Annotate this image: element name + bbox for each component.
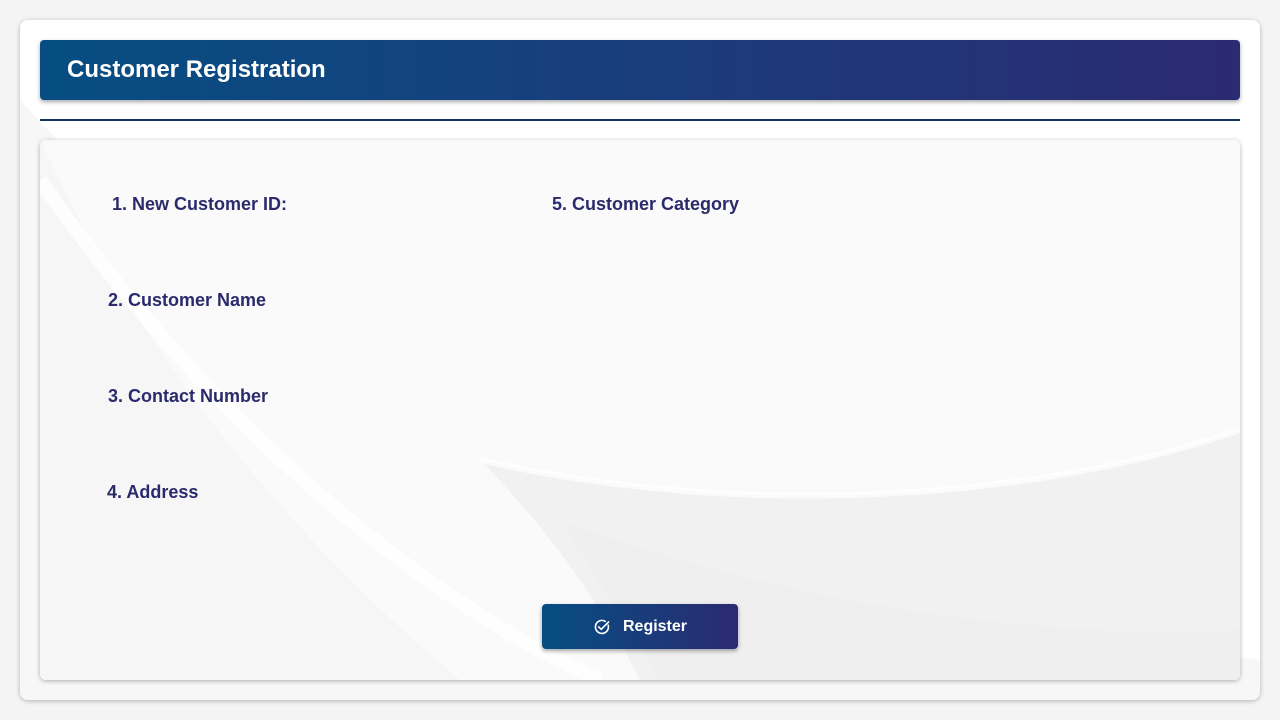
app-window: Customer Registration 1. New Customer ID… — [20, 20, 1260, 700]
contact-number-label: 3. Contact Number — [108, 386, 269, 406]
address-label: 4. Address — [107, 482, 199, 502]
customer-name-label: 2. Customer Name — [108, 290, 267, 310]
panel-background-waves — [40, 140, 1240, 680]
customer-category-label: 5. Customer Category — [552, 194, 740, 214]
page-title: Customer Registration — [67, 56, 326, 83]
customer-id-label: 1. New Customer ID: — [112, 194, 288, 214]
registration-form-panel: 1. New Customer ID: 2. Customer Name 3. … — [40, 140, 1240, 680]
header-divider — [40, 119, 1240, 121]
header-bar: Customer Registration — [40, 40, 1240, 100]
register-button[interactable]: Register — [542, 604, 738, 649]
check-circle-icon — [594, 619, 610, 634]
register-button-label: Register — [622, 617, 688, 635]
